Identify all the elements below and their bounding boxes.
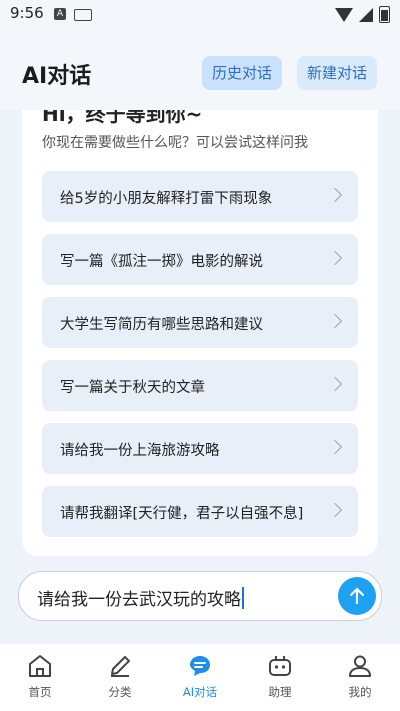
battery-icon	[379, 6, 390, 23]
chevron-right-icon	[327, 250, 343, 266]
suggestion-item[interactable]: 写一篇《孤注一掷》电影的解说	[42, 234, 358, 285]
pencil-icon	[111, 656, 130, 677]
user-icon	[349, 655, 371, 677]
greeting: Hi，终于等到你~	[42, 110, 203, 126]
suggestion-label: 给5岁的小朋友解释打雷下雨现象	[60, 191, 273, 207]
chevron-right-icon	[327, 187, 343, 203]
wifi-icon	[335, 7, 353, 22]
text-caret	[242, 587, 244, 609]
status-time: 9:56	[10, 4, 44, 22]
tab-mine[interactable]: 我的	[320, 644, 400, 711]
card-subtitle: 你现在需要做些什么呢？可以尝试这样问我	[42, 135, 308, 151]
keyboard-icon	[74, 9, 92, 21]
tab-label: 我的	[348, 685, 372, 699]
suggestion-item[interactable]: 大学生写简历有哪些思路和建议	[42, 297, 358, 348]
chevron-right-icon	[327, 313, 343, 329]
new-chat-button[interactable]: 新建对话	[297, 56, 377, 90]
chat-input-value: 请给我一份去武汉玩的攻略	[37, 590, 241, 610]
suggestion-item[interactable]: 请帮我翻译[天行健，君子以自强不息]	[42, 486, 358, 537]
tab-assistant[interactable]: 助理	[240, 644, 320, 711]
suggestion-label: 请给我一份上海旅游攻略	[60, 443, 220, 459]
header: AI对话 历史对话 新建对话	[0, 28, 400, 110]
arrow-up-icon	[349, 587, 365, 605]
chat-icon	[190, 656, 210, 676]
notification-a-icon: A	[54, 8, 66, 20]
tab-label: 首页	[28, 685, 52, 699]
bottom-tab-bar: 首页 分类 AI对话 助理 我的	[0, 644, 400, 711]
robot-icon	[269, 656, 291, 676]
chat-input[interactable]: 请给我一份去武汉玩的攻略	[18, 571, 382, 621]
history-chat-button[interactable]: 历史对话	[202, 56, 282, 90]
home-icon	[29, 655, 51, 677]
suggestion-label: 请帮我翻译[天行健，君子以自强不息]	[60, 506, 304, 522]
page-title: AI对话	[22, 64, 92, 89]
signal-icon	[359, 7, 373, 22]
suggestion-item[interactable]: 请给我一份上海旅游攻略	[42, 423, 358, 474]
tab-ai-chat[interactable]: AI对话	[160, 644, 240, 711]
suggestion-item[interactable]: 给5岁的小朋友解释打雷下雨现象	[42, 171, 358, 222]
suggestion-label: 大学生写简历有哪些思路和建议	[60, 317, 263, 333]
status-bar: 9:56 A	[0, 0, 400, 28]
chevron-right-icon	[327, 376, 343, 392]
tab-label: AI对话	[182, 685, 218, 699]
suggestion-label: 写一篇关于秋天的文章	[60, 380, 205, 396]
chevron-right-icon	[327, 502, 343, 518]
chevron-right-icon	[327, 439, 343, 455]
tab-label: 分类	[108, 685, 132, 699]
send-button[interactable]	[338, 577, 376, 615]
tab-category[interactable]: 分类	[80, 644, 160, 711]
suggestion-label: 写一篇《孤注一掷》电影的解说	[60, 254, 263, 270]
tab-label: 助理	[268, 685, 292, 699]
suggestion-item[interactable]: 写一篇关于秋天的文章	[42, 360, 358, 411]
tab-home[interactable]: 首页	[0, 644, 80, 711]
suggestion-card: Hi，终于等到你~ 你现在需要做些什么呢？可以尝试这样问我 给5岁的小朋友解释打…	[22, 110, 378, 556]
